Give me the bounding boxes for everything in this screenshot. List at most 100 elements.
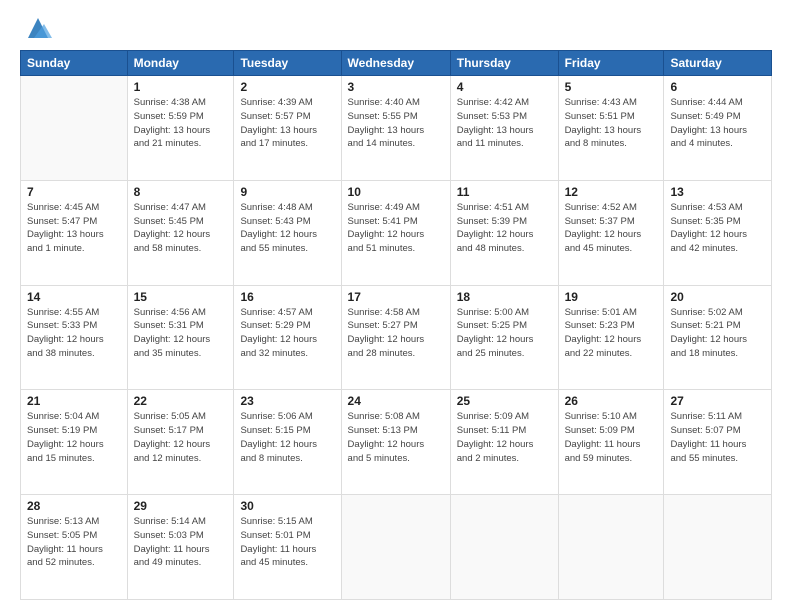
day-number: 14 [27, 290, 121, 304]
day-info: Sunrise: 4:47 AM Sunset: 5:45 PM Dayligh… [134, 201, 228, 256]
day-number: 7 [27, 185, 121, 199]
day-number: 22 [134, 394, 228, 408]
calendar-cell: 16Sunrise: 4:57 AM Sunset: 5:29 PM Dayli… [234, 285, 341, 390]
day-number: 29 [134, 499, 228, 513]
page-header [20, 18, 772, 42]
day-number: 12 [565, 185, 658, 199]
day-info: Sunrise: 5:01 AM Sunset: 5:23 PM Dayligh… [565, 306, 658, 361]
calendar-cell: 25 Sunrise: 5:09 AM Sunset: 5:11 PM Dayli… [450, 390, 558, 495]
day-number: 11 [457, 185, 552, 199]
logo-icon [24, 14, 52, 42]
calendar-cell: 23 Sunrise: 5:06 AM Sunset: 5:15 PM Dayli… [234, 390, 341, 495]
day-number: 24 [348, 394, 444, 408]
calendar-table: SundayMondayTuesdayWednesdayThursdayFrid… [20, 50, 772, 600]
day-number: 17 [348, 290, 444, 304]
weekday-saturday: Saturday [664, 51, 772, 76]
calendar-cell: 10 Sunrise: 4:49 AM Sunset: 5:41 PM Dayli… [341, 180, 450, 285]
calendar-cell [558, 495, 664, 600]
day-number: 28 [27, 499, 121, 513]
calendar-cell: 21 Sunrise: 5:04 AM Sunset: 5:19 PM Dayli… [21, 390, 128, 495]
day-number: 21 [27, 394, 121, 408]
day-info: Sunrise: 4:38 AM Sunset: 5:59 PM Dayligh… [134, 96, 228, 151]
calendar-cell [21, 76, 128, 181]
calendar-cell: 2Sunrise: 4:39 AM Sunset: 5:57 PM Daylig… [234, 76, 341, 181]
day-info: Sunrise: 4:49 AM Sunset: 5:41 PM Dayligh… [348, 201, 444, 256]
day-info: Sunrise: 4:45 AM Sunset: 5:47 PM Dayligh… [27, 201, 121, 256]
day-info: Sunrise: 4:51 AM Sunset: 5:39 PM Dayligh… [457, 201, 552, 256]
day-number: 8 [134, 185, 228, 199]
logo [20, 18, 52, 42]
calendar-cell: 14 Sunrise: 4:55 AM Sunset: 5:33 PM Dayli… [21, 285, 128, 390]
day-number: 20 [670, 290, 765, 304]
day-info: Sunrise: 4:55 AM Sunset: 5:33 PM Dayligh… [27, 306, 121, 361]
day-number: 3 [348, 80, 444, 94]
day-info: Sunrise: 5:04 AM Sunset: 5:19 PM Dayligh… [27, 410, 121, 465]
calendar-cell [664, 495, 772, 600]
day-info: Sunrise: 5:06 AM Sunset: 5:15 PM Dayligh… [240, 410, 334, 465]
day-number: 26 [565, 394, 658, 408]
day-number: 9 [240, 185, 334, 199]
day-number: 10 [348, 185, 444, 199]
day-info: Sunrise: 5:09 AM Sunset: 5:11 PM Dayligh… [457, 410, 552, 465]
day-number: 1 [134, 80, 228, 94]
calendar-week-1: 7 Sunrise: 4:45 AM Sunset: 5:47 PM Daylig… [21, 180, 772, 285]
calendar-cell: 12 Sunrise: 4:52 AM Sunset: 5:37 PM Dayli… [558, 180, 664, 285]
calendar-cell: 13Sunrise: 4:53 AM Sunset: 5:35 PM Dayli… [664, 180, 772, 285]
weekday-friday: Friday [558, 51, 664, 76]
day-number: 27 [670, 394, 765, 408]
day-number: 13 [670, 185, 765, 199]
weekday-sunday: Sunday [21, 51, 128, 76]
weekday-thursday: Thursday [450, 51, 558, 76]
day-number: 30 [240, 499, 334, 513]
day-info: Sunrise: 5:08 AM Sunset: 5:13 PM Dayligh… [348, 410, 444, 465]
day-info: Sunrise: 5:02 AM Sunset: 5:21 PM Dayligh… [670, 306, 765, 361]
day-info: Sunrise: 4:56 AM Sunset: 5:31 PM Dayligh… [134, 306, 228, 361]
calendar-cell: 30 Sunrise: 5:15 AM Sunset: 5:01 PM Dayli… [234, 495, 341, 600]
calendar-cell: 19 Sunrise: 5:01 AM Sunset: 5:23 PM Dayli… [558, 285, 664, 390]
calendar-cell: 5Sunrise: 4:43 AM Sunset: 5:51 PM Daylig… [558, 76, 664, 181]
day-number: 6 [670, 80, 765, 94]
day-number: 19 [565, 290, 658, 304]
calendar-cell: 1 Sunrise: 4:38 AM Sunset: 5:59 PM Daylig… [127, 76, 234, 181]
calendar-cell: 4 Sunrise: 4:42 AM Sunset: 5:53 PM Daylig… [450, 76, 558, 181]
weekday-header-row: SundayMondayTuesdayWednesdayThursdayFrid… [21, 51, 772, 76]
calendar-header: SundayMondayTuesdayWednesdayThursdayFrid… [21, 51, 772, 76]
day-info: Sunrise: 5:15 AM Sunset: 5:01 PM Dayligh… [240, 515, 334, 570]
calendar-cell: 18 Sunrise: 5:00 AM Sunset: 5:25 PM Dayli… [450, 285, 558, 390]
calendar-cell [341, 495, 450, 600]
calendar-cell: 22 Sunrise: 5:05 AM Sunset: 5:17 PM Dayli… [127, 390, 234, 495]
calendar-cell: 8 Sunrise: 4:47 AM Sunset: 5:45 PM Daylig… [127, 180, 234, 285]
day-info: Sunrise: 5:05 AM Sunset: 5:17 PM Dayligh… [134, 410, 228, 465]
calendar-body: 1 Sunrise: 4:38 AM Sunset: 5:59 PM Daylig… [21, 76, 772, 600]
weekday-wednesday: Wednesday [341, 51, 450, 76]
calendar-cell: 26 Sunrise: 5:10 AM Sunset: 5:09 PM Dayli… [558, 390, 664, 495]
day-info: Sunrise: 4:52 AM Sunset: 5:37 PM Dayligh… [565, 201, 658, 256]
day-info: Sunrise: 5:00 AM Sunset: 5:25 PM Dayligh… [457, 306, 552, 361]
calendar-cell [450, 495, 558, 600]
calendar-cell: 28Sunrise: 5:13 AM Sunset: 5:05 PM Dayli… [21, 495, 128, 600]
day-info: Sunrise: 4:44 AM Sunset: 5:49 PM Dayligh… [670, 96, 765, 151]
calendar-cell: 15Sunrise: 4:56 AM Sunset: 5:31 PM Dayli… [127, 285, 234, 390]
day-number: 4 [457, 80, 552, 94]
calendar-cell: 29Sunrise: 5:14 AM Sunset: 5:03 PM Dayli… [127, 495, 234, 600]
calendar-cell: 9 Sunrise: 4:48 AM Sunset: 5:43 PM Daylig… [234, 180, 341, 285]
day-info: Sunrise: 5:11 AM Sunset: 5:07 PM Dayligh… [670, 410, 765, 465]
calendar-week-3: 21 Sunrise: 5:04 AM Sunset: 5:19 PM Dayli… [21, 390, 772, 495]
calendar-cell: 3 Sunrise: 4:40 AM Sunset: 5:55 PM Daylig… [341, 76, 450, 181]
calendar-cell: 17 Sunrise: 4:58 AM Sunset: 5:27 PM Dayli… [341, 285, 450, 390]
day-number: 18 [457, 290, 552, 304]
weekday-tuesday: Tuesday [234, 51, 341, 76]
day-info: Sunrise: 4:42 AM Sunset: 5:53 PM Dayligh… [457, 96, 552, 151]
day-info: Sunrise: 4:40 AM Sunset: 5:55 PM Dayligh… [348, 96, 444, 151]
calendar-cell: 24 Sunrise: 5:08 AM Sunset: 5:13 PM Dayli… [341, 390, 450, 495]
day-number: 16 [240, 290, 334, 304]
weekday-monday: Monday [127, 51, 234, 76]
day-number: 23 [240, 394, 334, 408]
calendar-cell: 11 Sunrise: 4:51 AM Sunset: 5:39 PM Dayli… [450, 180, 558, 285]
day-info: Sunrise: 4:48 AM Sunset: 5:43 PM Dayligh… [240, 201, 334, 256]
day-info: Sunrise: 4:58 AM Sunset: 5:27 PM Dayligh… [348, 306, 444, 361]
calendar-week-0: 1 Sunrise: 4:38 AM Sunset: 5:59 PM Daylig… [21, 76, 772, 181]
day-info: Sunrise: 5:10 AM Sunset: 5:09 PM Dayligh… [565, 410, 658, 465]
day-number: 25 [457, 394, 552, 408]
calendar-cell: 27 Sunrise: 5:11 AM Sunset: 5:07 PM Dayli… [664, 390, 772, 495]
